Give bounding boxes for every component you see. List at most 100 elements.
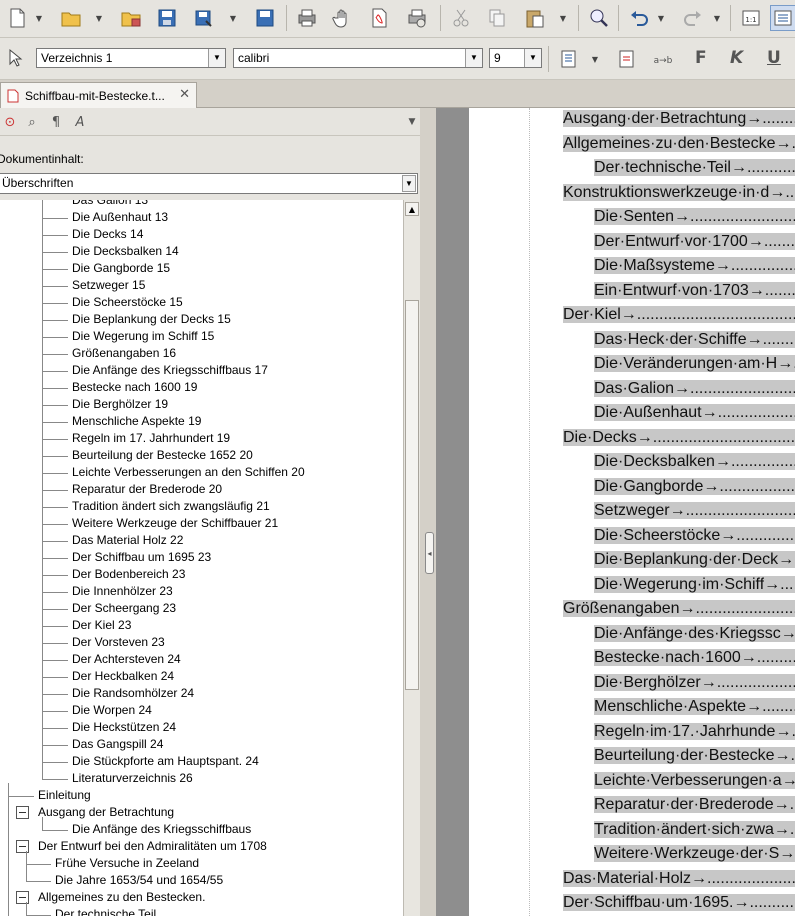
toc-entry[interactable]: Weitere·Werkzeuge·der·S→................… <box>594 843 795 865</box>
tree-item[interactable]: Menschliche Aspekte 19 <box>72 413 201 430</box>
tree-item[interactable]: Die Gangborde 15 <box>72 260 170 277</box>
tree-item[interactable]: Bestecke nach 1600 19 <box>72 379 197 396</box>
italic-button[interactable]: K <box>730 48 743 68</box>
zoom-100-icon[interactable]: 1:1 <box>738 5 764 31</box>
tree-item[interactable]: Frühe Versuche in Zeeland <box>55 855 199 872</box>
toc-entry[interactable]: Die·Decks→..............................… <box>563 427 795 449</box>
find-icon[interactable] <box>586 5 612 31</box>
toc-entry[interactable]: Setzweger→..............................… <box>594 500 795 522</box>
tree-item[interactable]: Die Worpen 24 <box>72 702 152 719</box>
toc-entry[interactable]: Der·Entwurf·vor·1700→...................… <box>594 231 795 253</box>
tree-item[interactable]: Die Randsomhölzer 24 <box>72 685 194 702</box>
export-doc-icon[interactable] <box>614 46 640 72</box>
new-document-icon[interactable] <box>4 5 30 31</box>
save-dropdown-icon[interactable]: ▼ <box>228 5 238 31</box>
tree-item[interactable]: Beurteilung der Bestecke 1652 20 <box>72 447 253 464</box>
font-size-select[interactable]: 9 ▼ <box>489 48 542 68</box>
tree-scrollbar[interactable]: ▲ <box>403 200 420 916</box>
toc-entry[interactable]: Leichte·Verbesserungen·a→...............… <box>594 770 795 792</box>
toc-entry[interactable]: Regeln·im·17.·Jahrhunde→................… <box>594 721 795 743</box>
bold-button[interactable]: F <box>695 48 707 68</box>
tree-item[interactable]: Der technische Teil <box>55 906 156 916</box>
tree-item[interactable]: Literaturverzeichnis 26 <box>72 770 193 787</box>
chevron-down-icon[interactable]: ▼ <box>208 49 225 67</box>
tree-item[interactable]: Die Scheerstöcke 15 <box>72 294 183 311</box>
tree-item[interactable]: Das Material Holz 22 <box>72 532 183 549</box>
toc-entry[interactable]: Das·Galion→.............................… <box>594 378 795 400</box>
tree-item[interactable]: Die Jahre 1653/54 und 1654/55 <box>55 872 223 889</box>
undo-icon[interactable] <box>626 5 652 31</box>
tree-item[interactable]: Der Schiffbau um 1695 23 <box>72 549 211 566</box>
toc-entry[interactable]: Die·Wegerung·im·Schiff→.................… <box>594 574 795 596</box>
panel-splitter[interactable]: ◂ <box>420 108 436 916</box>
toc-entry[interactable]: Die·Gangborde→..........................… <box>594 476 795 498</box>
pointer-icon[interactable] <box>2 45 28 71</box>
tree-item[interactable]: Die Decksbalken 14 <box>72 243 179 260</box>
redo-icon[interactable] <box>680 5 706 31</box>
tree-item[interactable]: Der Vorsteven 23 <box>72 634 165 651</box>
tree-item[interactable]: Einleitung <box>38 787 91 804</box>
heading-filter-select[interactable]: Überschriften ▼ <box>0 173 418 194</box>
paste-dropdown-icon[interactable]: ▼ <box>558 5 568 31</box>
toc-entry[interactable]: Die·Scheerstöcke→.......................… <box>594 525 795 547</box>
tree-item[interactable]: Größenangaben 16 <box>72 345 176 362</box>
toc-entry[interactable]: Die·Außenhaut→..........................… <box>594 402 795 424</box>
copy-icon[interactable] <box>484 5 510 31</box>
document-page[interactable]: Ausgang·der·Betrachtung →................… <box>469 108 795 916</box>
tree-item[interactable]: Die Beplankung der Decks 15 <box>72 311 231 328</box>
print-icon[interactable] <box>294 5 320 31</box>
tree-item[interactable]: Allgemeines zu den Bestecken. <box>38 889 205 906</box>
save-as-icon[interactable] <box>190 5 216 31</box>
tree-item[interactable]: Der Achtersteven 24 <box>72 651 181 668</box>
replace-icon[interactable]: a→b <box>650 46 676 72</box>
list-dropdown-icon[interactable]: ▼ <box>590 46 600 72</box>
chevron-down-icon[interactable]: ▼ <box>402 112 422 132</box>
paste-icon[interactable] <box>522 5 548 31</box>
tree-item[interactable]: Die Außenhaut 13 <box>72 209 168 226</box>
spellcheck-icon[interactable]: A <box>70 112 90 132</box>
document-tab[interactable]: Schiffbau-mit-Bestecke.t... ✕ <box>0 82 197 108</box>
tree-item[interactable]: Die Heckstützen 24 <box>72 719 176 736</box>
paragraph-style-select[interactable]: Verzeichnis 1 ▼ <box>36 48 226 68</box>
tree-item[interactable]: Tradition ändert sich zwangsläufig 21 <box>72 498 270 515</box>
toc-entry[interactable]: Das·Material·Holz→......................… <box>563 868 795 890</box>
toc-entry[interactable]: Die·Maßsysteme→.........................… <box>594 255 795 277</box>
tree-item[interactable]: Der Bodenbereich 23 <box>72 566 185 583</box>
close-icon[interactable]: ✕ <box>179 86 190 102</box>
tree-item[interactable]: Setzweger 15 <box>72 277 145 294</box>
new-dropdown-icon[interactable]: ▼ <box>34 5 44 31</box>
toc-entry[interactable]: Die·Veränderungen·am·H→.................… <box>594 353 795 375</box>
save-disk-icon[interactable] <box>252 5 278 31</box>
collapse-handle-icon[interactable]: ◂ <box>425 532 434 574</box>
toc-entry[interactable]: Die·Beplankung·der·Deck→................… <box>594 549 795 571</box>
toc-entry[interactable]: Konstruktionswerkzeuge·in·d→............… <box>563 182 795 204</box>
tree-item[interactable]: Die Anfänge des Kriegsschiffbaus 17 <box>72 362 268 379</box>
tree-item[interactable]: Leichte Verbesserungen an den Schiffen 2… <box>72 464 305 481</box>
toc-entry[interactable]: Allgemeines·zu·den·Bestecke→............… <box>563 133 795 155</box>
chevron-down-icon[interactable]: ▼ <box>465 49 482 67</box>
export-pdf-icon[interactable] <box>366 5 392 31</box>
tree-item[interactable]: Das Gangspill 24 <box>72 736 163 753</box>
tree-item[interactable]: Der Entwurf bei den Admiralitäten um 170… <box>38 838 267 855</box>
chevron-down-icon[interactable]: ▼ <box>402 175 416 192</box>
search-icon[interactable]: ⌕ <box>22 112 42 132</box>
toc-entry[interactable]: Der·Schiffbau·um·1695.→.................… <box>563 892 795 914</box>
toc-entry[interactable]: Das·Heck·der·Schiffe→...................… <box>594 329 795 351</box>
save-icon[interactable] <box>154 5 180 31</box>
toc-entry[interactable]: Größenangaben→..........................… <box>563 598 795 620</box>
tree-item[interactable]: Die Berghölzer 19 <box>72 396 168 413</box>
tree-item[interactable]: Das Galion 13 <box>72 200 148 209</box>
undo-dropdown-icon[interactable]: ▼ <box>656 5 666 31</box>
scroll-up-icon[interactable]: ▲ <box>405 202 419 216</box>
toc-entry[interactable]: Beurteilung·der·Bestecke→...............… <box>594 745 795 767</box>
tree-item[interactable]: Die Stückpforte am Hauptspant. 24 <box>72 753 259 770</box>
print-direct-icon[interactable] <box>404 5 430 31</box>
tree-item[interactable]: Die Innenhölzer 23 <box>72 583 173 600</box>
toc-entry[interactable]: Reparatur·der·Brederode→................… <box>594 794 795 816</box>
compass-icon[interactable]: ⊙ <box>0 112 20 132</box>
toc-entry[interactable]: Menschliche·Aspekte→....................… <box>594 696 795 718</box>
collapse-icon[interactable] <box>16 891 29 904</box>
collapse-icon[interactable] <box>16 840 29 853</box>
toc-entry[interactable]: Tradition·ändert·sich·zwa→..............… <box>594 819 795 841</box>
toc-entry[interactable]: Ausgang·der·Betrachtung→................… <box>563 108 795 130</box>
